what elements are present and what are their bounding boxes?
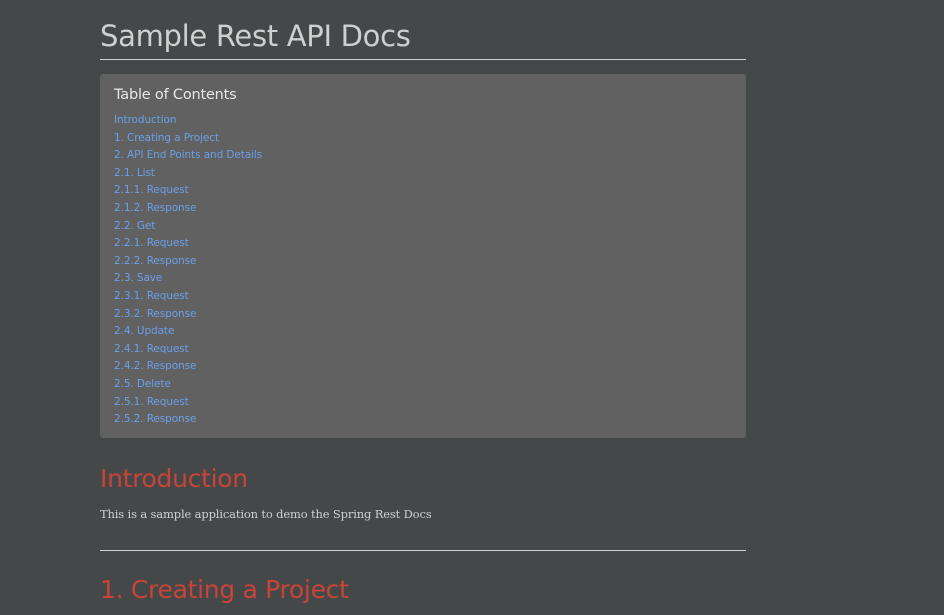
toc-entry: 2.1.1. Request — [114, 179, 732, 197]
toc-entry: 2.4.2. Response — [114, 355, 732, 373]
toc-link-get[interactable]: 2.2. Get — [114, 220, 155, 232]
toc-link-delete-request[interactable]: 2.5.1. Request — [114, 396, 189, 408]
section-heading-introduction: Introduction — [100, 464, 248, 493]
toc-link-creating-project[interactable]: 1. Creating a Project — [114, 132, 219, 144]
toc-link-delete[interactable]: 2.5. Delete — [114, 378, 171, 390]
toc-entry: Introduction — [114, 109, 732, 127]
section-divider — [100, 550, 746, 551]
toc-entry: 2.5.2. Response — [114, 408, 732, 426]
toc-entry: 2.4. Update — [114, 320, 732, 338]
toc-link-save-request[interactable]: 2.3.1. Request — [114, 290, 189, 302]
toc-link-save-response[interactable]: 2.3.2. Response — [114, 308, 196, 320]
toc-entry: 2.2. Get — [114, 215, 732, 233]
toc-link-introduction[interactable]: Introduction — [114, 114, 176, 126]
toc-link-list[interactable]: 2.1. List — [114, 167, 155, 179]
page-title: Sample Rest API Docs — [100, 0, 746, 60]
toc-link-get-response[interactable]: 2.2.2. Response — [114, 255, 196, 267]
table-of-contents: Table of Contents Introduction 1. Creatin… — [100, 74, 746, 438]
toc-entry: 1. Creating a Project — [114, 127, 732, 145]
toc-entry: 2.3.2. Response — [114, 303, 732, 321]
toc-entry: 2.2.2. Response — [114, 250, 732, 268]
toc-list: Introduction 1. Creating a Project 2. API … — [114, 109, 732, 426]
introduction-paragraph: This is a sample application to demo the… — [100, 507, 432, 521]
toc-entry: 2.1. List — [114, 162, 732, 180]
toc-link-save[interactable]: 2.3. Save — [114, 272, 162, 284]
toc-entry: 2.3.1. Request — [114, 285, 732, 303]
toc-link-update-request[interactable]: 2.4.1. Request — [114, 343, 189, 355]
toc-entry: 2.2.1. Request — [114, 232, 732, 250]
toc-link-get-request[interactable]: 2.2.1. Request — [114, 237, 189, 249]
toc-entry: 2. API End Points and Details — [114, 144, 732, 162]
document-content: Sample Rest API Docs Table of Contents I… — [100, 0, 746, 604]
toc-entry: 2.3. Save — [114, 267, 732, 285]
toc-link-list-request[interactable]: 2.1.1. Request — [114, 184, 189, 196]
toc-link-update[interactable]: 2.4. Update — [114, 325, 174, 337]
toc-link-api-endpoints[interactable]: 2. API End Points and Details — [114, 149, 262, 161]
toc-entry: 2.4.1. Request — [114, 338, 732, 356]
toc-link-update-response[interactable]: 2.4.2. Response — [114, 360, 196, 372]
toc-entry: 2.5. Delete — [114, 373, 732, 391]
toc-entry: 2.5.1. Request — [114, 391, 732, 409]
toc-link-list-response[interactable]: 2.1.2. Response — [114, 202, 196, 214]
section-heading-creating-project: 1. Creating a Project — [100, 575, 349, 604]
toc-title: Table of Contents — [114, 87, 237, 103]
toc-link-delete-response[interactable]: 2.5.2. Response — [114, 413, 196, 425]
toc-entry: 2.1.2. Response — [114, 197, 732, 215]
